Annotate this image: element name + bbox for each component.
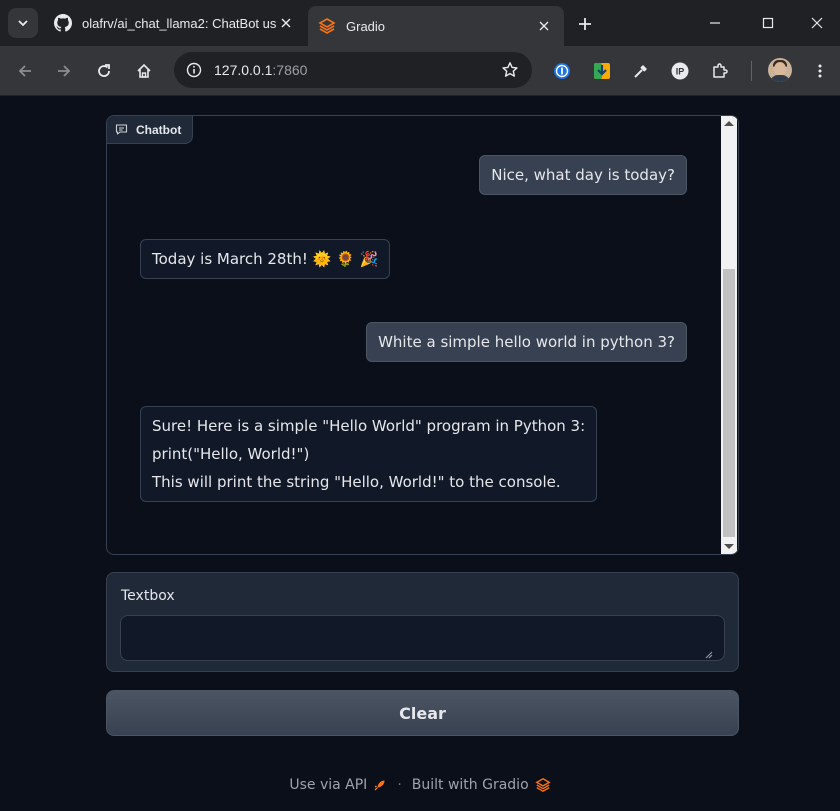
new-tab-button[interactable]: [572, 11, 598, 37]
chatbot-label: Chatbot: [107, 116, 194, 144]
footer-separator: ·: [397, 777, 402, 793]
bot-message-line: print("Hello, World!"): [152, 445, 310, 463]
chat-scrollbar[interactable]: [721, 116, 737, 554]
minimize-icon: [710, 22, 720, 24]
ip-extension-icon[interactable]: IP: [668, 59, 692, 83]
api-link-text: Use via API: [289, 777, 368, 793]
textbox-label: Textbox: [121, 588, 175, 604]
arrow-left-icon: [18, 65, 31, 77]
reload-button[interactable]: [89, 56, 119, 86]
password-manager-extension-icon[interactable]: [550, 59, 574, 83]
tab-search-button[interactable]: [8, 8, 38, 38]
tab-github[interactable]: olafrv/ai_chat_llama2: ChatBot usin: [44, 6, 306, 40]
url-host: 127.0.0.1: [214, 62, 273, 78]
resize-grip-icon[interactable]: [705, 651, 713, 659]
chat-message-bot: Today is March 28th! 🌞 🌻 🎉: [140, 239, 391, 279]
built-with-gradio-link[interactable]: Built with Gradio: [412, 777, 551, 793]
address-bar[interactable]: 127.0.0.1:7860: [174, 52, 532, 88]
home-button[interactable]: [129, 56, 159, 86]
chat-message-user: White a simple hello world in python 3?: [366, 322, 687, 362]
github-icon: [54, 14, 72, 32]
textbox-block: Textbox: [106, 572, 739, 672]
bot-message-line: Sure! Here is a simple "Hello World" pro…: [152, 417, 586, 435]
extensions-puzzle-icon[interactable]: [708, 59, 732, 83]
close-tab-icon[interactable]: [534, 16, 554, 36]
maximize-icon: [762, 17, 774, 29]
close-window-button[interactable]: [794, 8, 840, 38]
bot-message-line: This will print the string "Hello, World…: [152, 473, 561, 491]
tab-title: olafrv/ai_chat_llama2: ChatBot usin: [82, 15, 276, 31]
gradio-logo-icon: [318, 17, 336, 35]
back-button[interactable]: [10, 56, 40, 86]
chevron-down-icon: [18, 20, 28, 27]
close-icon: [811, 17, 823, 29]
chat-message-user: Nice, what day is today?: [479, 155, 687, 195]
chatbot-label-text: Chatbot: [136, 122, 182, 137]
rocket-icon: [374, 780, 385, 791]
url-text: 127.0.0.1:7860: [214, 62, 492, 78]
scroll-down-arrow-icon[interactable]: [724, 544, 734, 549]
clear-button[interactable]: Clear: [106, 690, 739, 736]
home-icon: [137, 63, 151, 78]
gradio-logo-icon: [534, 777, 551, 793]
arrow-right-icon: [58, 65, 71, 77]
message-input[interactable]: [120, 615, 725, 661]
tab-gradio[interactable]: Gradio: [308, 6, 564, 46]
built-with-text: Built with Gradio: [411, 777, 529, 793]
browser-tabstrip: olafrv/ai_chat_llama2: ChatBot usin Grad…: [0, 0, 840, 46]
chat-message-bot: Sure! Here is a simple "Hello World" pro…: [140, 406, 598, 502]
bookmark-star-icon[interactable]: [492, 52, 528, 88]
reload-icon: [98, 64, 110, 77]
scroll-up-arrow-icon[interactable]: [724, 121, 734, 126]
use-via-api-link[interactable]: Use via API: [289, 777, 387, 793]
close-tab-icon[interactable]: [276, 13, 296, 33]
maximize-button[interactable]: [745, 8, 791, 38]
chat-bubble-icon: [115, 124, 128, 135]
browser-menu-icon[interactable]: [808, 59, 832, 83]
site-info-icon[interactable]: [176, 52, 212, 88]
chatbot-panel[interactable]: Chatbot Nice, what day is today? Today i…: [106, 115, 739, 555]
tab-title: Gradio: [346, 18, 386, 34]
url-port: :7860: [272, 62, 308, 78]
profile-avatar[interactable]: [768, 58, 792, 82]
scrollbar-thumb[interactable]: [723, 269, 735, 537]
download-extension-icon[interactable]: [590, 59, 614, 83]
plus-icon: [579, 18, 591, 30]
color-picker-extension-icon[interactable]: [629, 59, 653, 83]
gradio-page: Chatbot Nice, what day is today? Today i…: [0, 97, 840, 811]
toolbar-divider: [751, 61, 752, 81]
page-footer: Use via API · Built with Gradio: [0, 774, 840, 796]
minimize-button[interactable]: [692, 8, 738, 38]
svg-text:IP: IP: [676, 67, 685, 77]
browser-toolbar: 127.0.0.1:7860 IP: [0, 46, 840, 96]
forward-button[interactable]: [49, 56, 79, 86]
